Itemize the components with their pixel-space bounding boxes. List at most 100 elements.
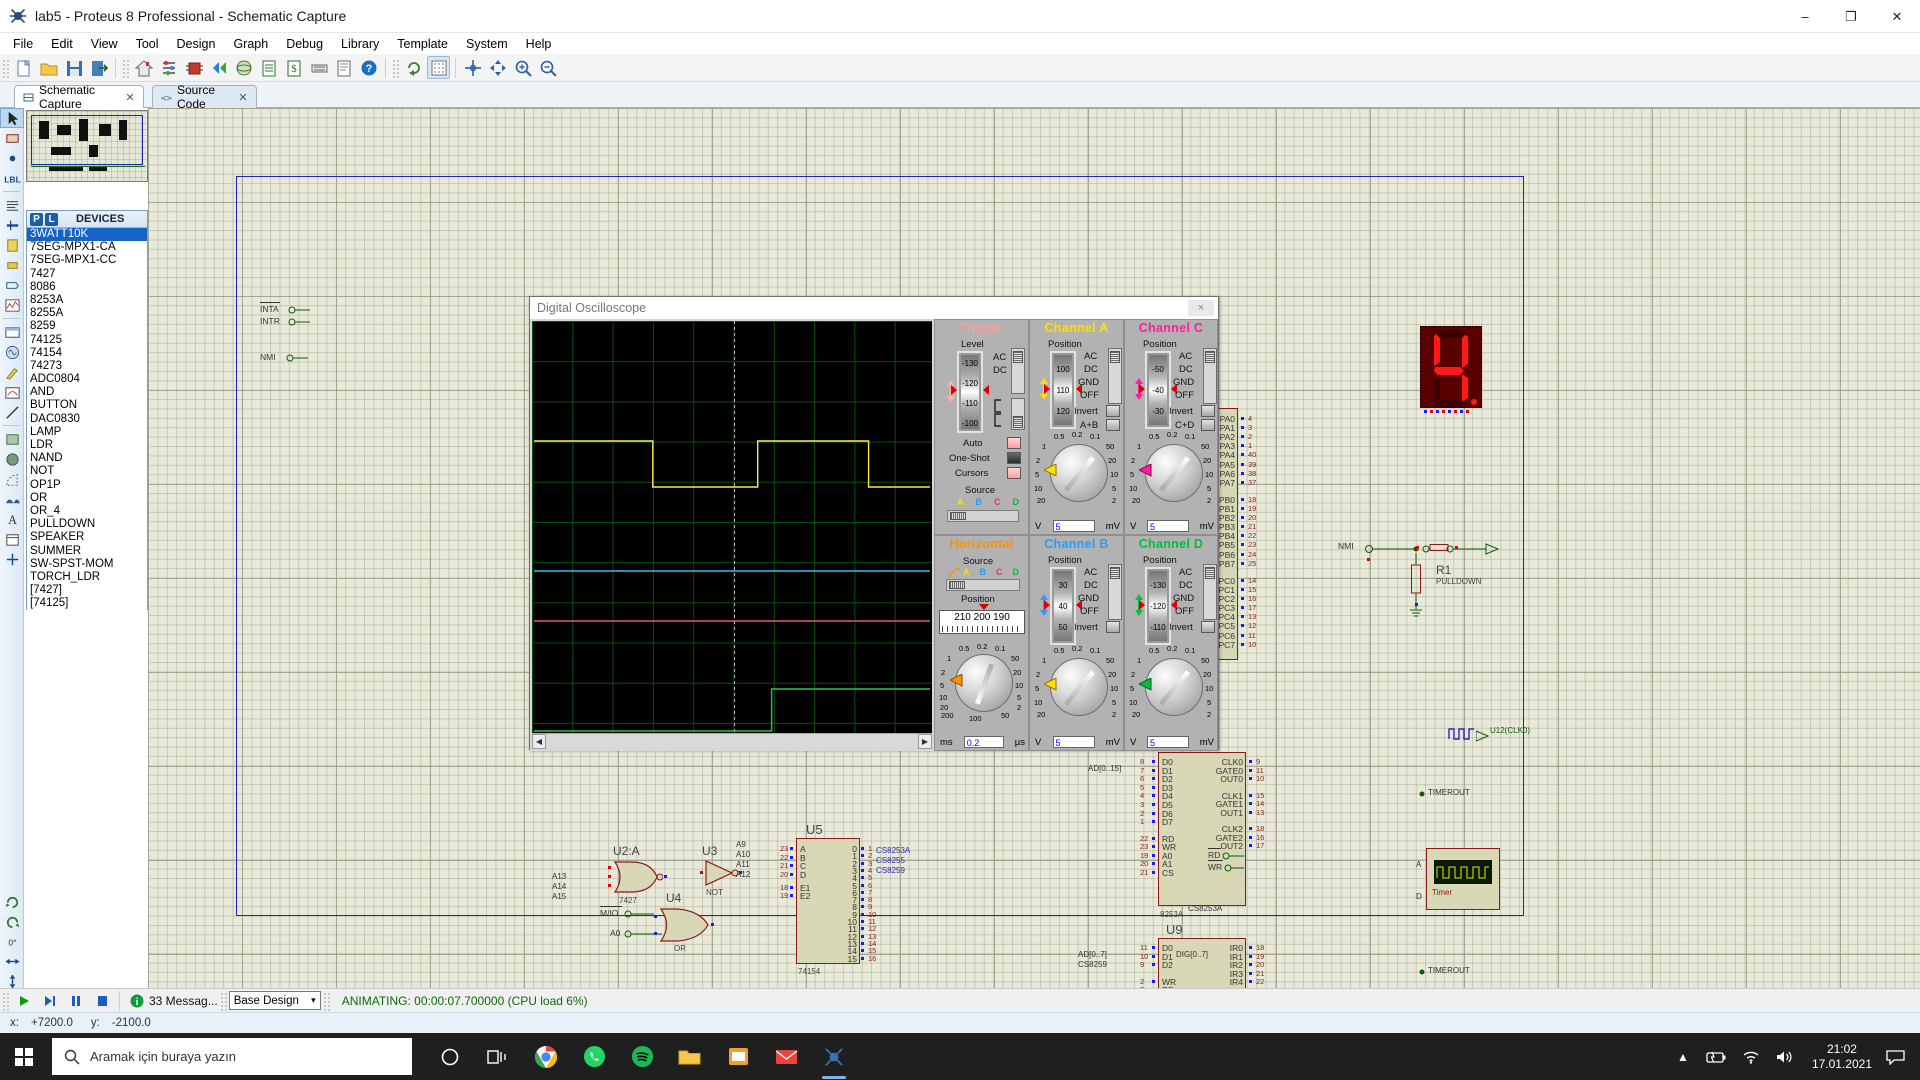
circle-tool-icon[interactable]: [0, 449, 24, 469]
device-list-item[interactable]: SPEAKER: [27, 531, 147, 544]
chc-dc[interactable]: DC: [1179, 364, 1193, 375]
chd-invert-button[interactable]: [1201, 621, 1215, 633]
device-list-item[interactable]: TORCH_LDR: [27, 571, 147, 584]
knob-dial[interactable]: [1145, 444, 1203, 502]
menu-item-debug[interactable]: Debug: [277, 35, 332, 53]
chb-volts-knob[interactable]: 0.50.20.1 150 220 510 105 202: [1034, 646, 1122, 720]
chb-off[interactable]: OFF: [1080, 606, 1099, 617]
chrome-icon[interactable]: [522, 1033, 570, 1080]
trigger-edge-slider[interactable]: [1011, 398, 1025, 430]
component-mode-icon[interactable]: [0, 128, 24, 148]
step-button[interactable]: [37, 991, 63, 1011]
device-list-item[interactable]: LDR: [27, 439, 147, 452]
chd-mode-slider[interactable]: [1203, 564, 1217, 620]
toolbar-grip[interactable]: [392, 58, 399, 78]
tab-close-icon[interactable]: ✕: [238, 91, 248, 104]
save-icon[interactable]: [62, 56, 85, 79]
tab-schematic-capture[interactable]: Schematic Capture ✕: [14, 85, 144, 108]
rotation-value-icon[interactable]: 0°: [0, 931, 24, 951]
device-list-item[interactable]: OR_4: [27, 505, 147, 518]
rotate-ccw-icon[interactable]: [0, 911, 24, 931]
marker-tool-icon[interactable]: [0, 549, 24, 569]
scope-close-button[interactable]: ×: [1188, 300, 1214, 316]
arrow-select-icon[interactable]: [0, 108, 24, 128]
netlist-icon[interactable]: [157, 56, 180, 79]
chc-sum-button[interactable]: [1201, 419, 1215, 431]
zoom-out-icon[interactable]: [536, 56, 559, 79]
generator-icon[interactable]: [0, 342, 24, 362]
pause-button[interactable]: [63, 991, 89, 1011]
spotify-icon[interactable]: [618, 1033, 666, 1080]
new-file-icon[interactable]: [12, 56, 35, 79]
device-list-item[interactable]: 74125: [27, 334, 147, 347]
hor-time-value[interactable]: 0.2: [964, 736, 1004, 748]
device-list-item[interactable]: SUMMER: [27, 545, 147, 558]
chc-mode-slider[interactable]: [1203, 348, 1217, 404]
line-tool-icon[interactable]: [0, 402, 24, 422]
terminal-icon[interactable]: [0, 255, 24, 275]
stop-button[interactable]: [89, 991, 115, 1011]
bill-icon[interactable]: $: [282, 56, 305, 79]
file-explorer-icon[interactable]: [666, 1033, 714, 1080]
home-icon[interactable]: [132, 56, 155, 79]
scroll-right-icon[interactable]: ▶: [918, 734, 932, 749]
export-icon[interactable]: [87, 56, 110, 79]
origin-icon[interactable]: [461, 56, 484, 79]
device-list-item[interactable]: 8255A: [27, 307, 147, 320]
proteus-taskbar-icon[interactable]: [810, 1033, 858, 1080]
cha-sum-button[interactable]: [1106, 419, 1120, 431]
knob-dial[interactable]: [1050, 658, 1108, 716]
library-button[interactable]: L: [45, 213, 58, 226]
bus-icon[interactable]: [0, 215, 24, 235]
device-list-item[interactable]: ADC0804: [27, 373, 147, 386]
device-list-item[interactable]: 74154: [27, 347, 147, 360]
battery-icon[interactable]: [1705, 1049, 1727, 1065]
trigger-oneshot-button[interactable]: [1007, 452, 1021, 464]
device-list-item[interactable]: AND: [27, 386, 147, 399]
cha-volts-value[interactable]: 5: [1053, 520, 1095, 532]
play-button[interactable]: [11, 991, 37, 1011]
text-script-icon[interactable]: [0, 195, 24, 215]
chevron-up-icon[interactable]: ▲: [1677, 1050, 1689, 1064]
chb-ac[interactable]: AC: [1084, 567, 1097, 578]
clock-probe-u12[interactable]: U12(CLK0): [1448, 726, 1476, 745]
devices-list[interactable]: 3WATT10K7SEG-MPX1-CA7SEG-MPX1-CC74278086…: [27, 228, 147, 610]
taskbar-clock[interactable]: 21:02 17.01.2021: [1812, 1042, 1872, 1072]
store-icon[interactable]: [714, 1033, 762, 1080]
schematic-canvas[interactable]: INTA INTR NMI U14 8255A TRACE=1 D034D133…: [148, 108, 1920, 988]
device-list-item[interactable]: 7SEG-MPX1-CC: [27, 254, 147, 267]
device-list-item[interactable]: 8253A: [27, 294, 147, 307]
chc-gnd[interactable]: GND: [1173, 377, 1194, 388]
knob-dial[interactable]: [955, 654, 1013, 712]
cha-invert-button[interactable]: [1106, 405, 1120, 417]
3d-view-icon[interactable]: [232, 56, 255, 79]
chc-ac[interactable]: AC: [1179, 351, 1192, 362]
toolbar-grip[interactable]: [323, 991, 330, 1011]
minimize-button[interactable]: –: [1782, 0, 1828, 33]
toolbar-grip[interactable]: [2, 58, 9, 78]
menu-item-tool[interactable]: Tool: [127, 35, 168, 53]
hor-timebase-knob[interactable]: 0.50.20.1 150 220 510 105 202 20010050: [939, 644, 1027, 720]
whatsapp-icon[interactable]: [570, 1033, 618, 1080]
menu-item-edit[interactable]: Edit: [42, 35, 82, 53]
cha-ac[interactable]: AC: [1084, 351, 1097, 362]
chb-gnd[interactable]: GND: [1078, 593, 1099, 604]
property-icon[interactable]: [307, 56, 330, 79]
scroll-left-icon[interactable]: ◀: [532, 734, 546, 749]
zoom-in-icon[interactable]: [511, 56, 534, 79]
device-list-item[interactable]: DAC0830: [27, 413, 147, 426]
tape-icon[interactable]: [0, 322, 24, 342]
refresh-icon[interactable]: [402, 56, 425, 79]
back-design-icon[interactable]: [207, 56, 230, 79]
part-u2a[interactable]: U2:A 7427: [611, 860, 663, 897]
chd-off[interactable]: OFF: [1175, 606, 1194, 617]
close-button[interactable]: ✕: [1874, 0, 1920, 33]
hor-source-slider[interactable]: [946, 579, 1020, 591]
chb-position-slider[interactable]: 30 40 50: [1050, 567, 1076, 645]
device-list-item[interactable]: 74273: [27, 360, 147, 373]
chc-volts-knob[interactable]: 0.50.20.1 150 220 510 105 202: [1129, 432, 1217, 504]
graph-icon[interactable]: [0, 295, 24, 315]
cha-position-slider[interactable]: 100 110 120: [1050, 351, 1076, 429]
toolbar-grip[interactable]: [2, 991, 9, 1011]
menu-item-file[interactable]: File: [4, 35, 42, 53]
